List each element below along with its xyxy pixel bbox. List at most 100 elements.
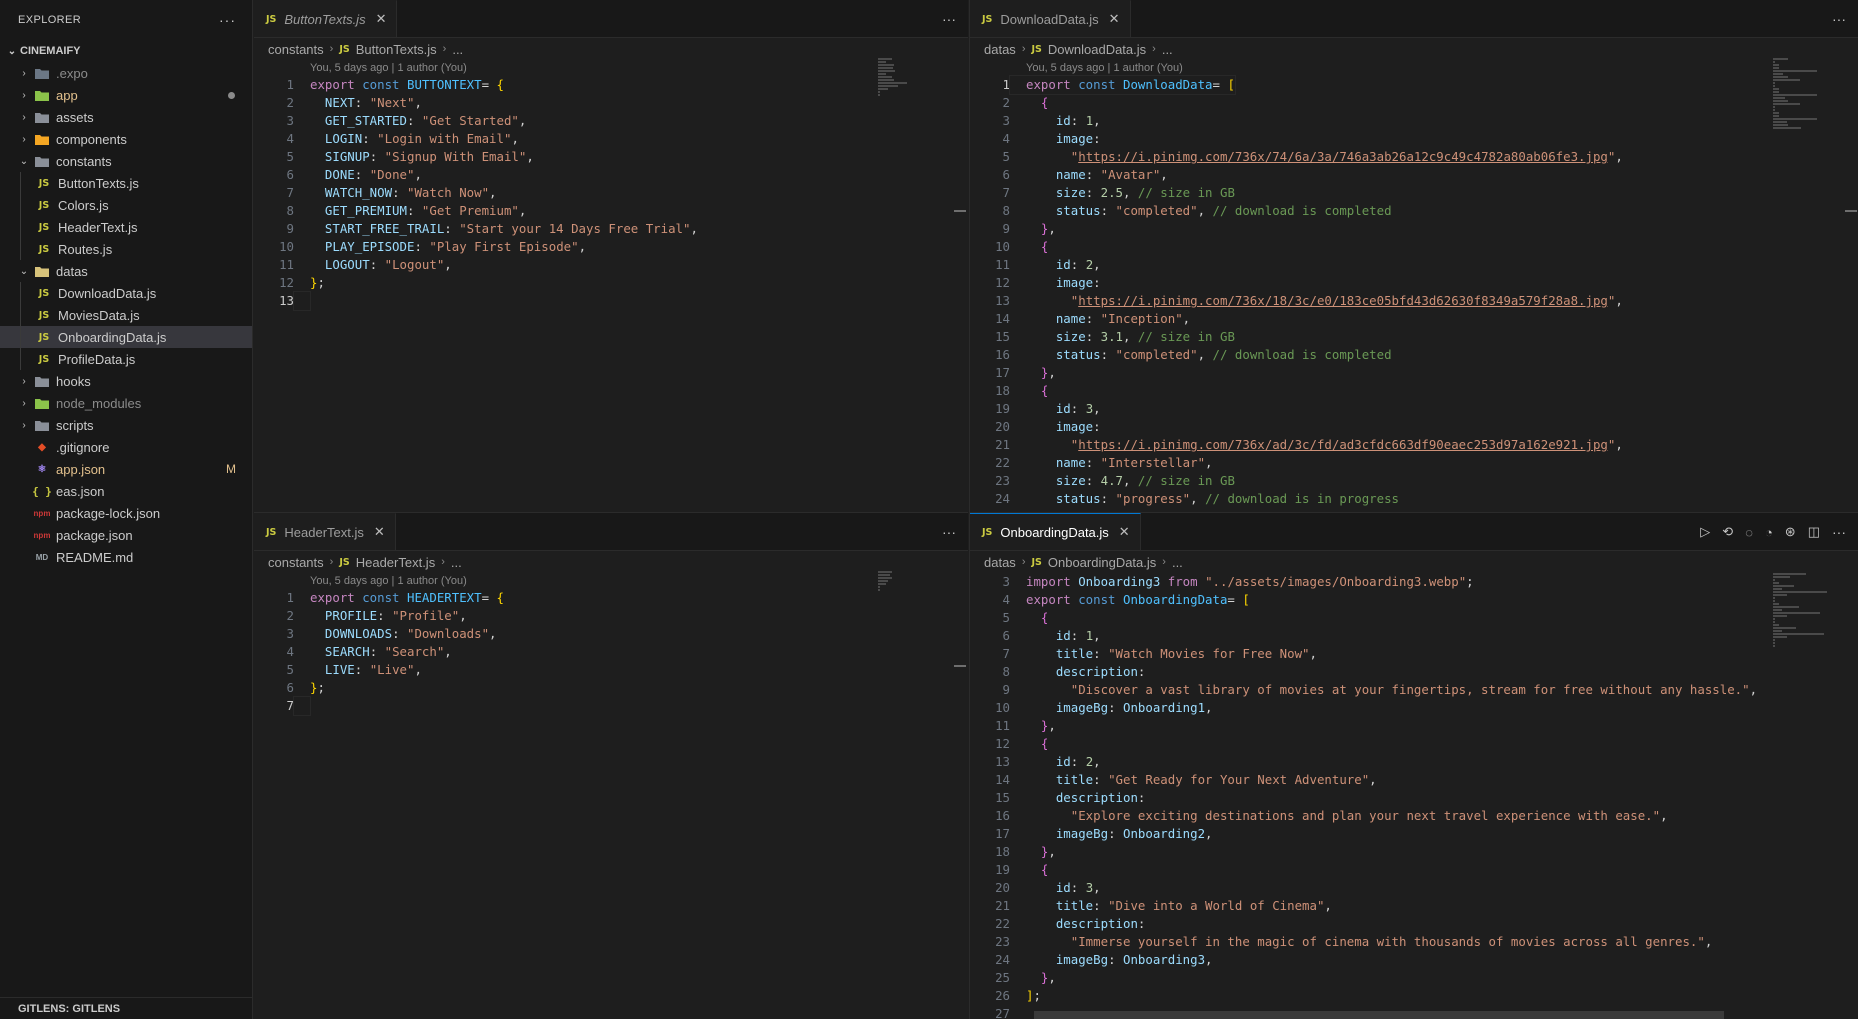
minimap[interactable]	[878, 571, 938, 592]
chevron-right-icon: ›	[329, 556, 334, 568]
minimap-line	[1773, 639, 1776, 641]
minimap[interactable]	[1773, 573, 1833, 648]
minimap[interactable]	[878, 58, 938, 97]
tree-item-buttontexts-js[interactable]: JS ButtonTexts.js	[0, 172, 252, 194]
code-token: "Watch Movies for Free Now"	[1108, 646, 1310, 661]
code-editor[interactable]: You, 5 days ago | 1 author (You) 1 export …	[970, 60, 1858, 508]
minimap[interactable]	[1773, 58, 1833, 130]
breadcrumb-symbol[interactable]: ...	[1172, 555, 1183, 570]
code-token: Onboarding1	[1122, 700, 1206, 715]
tree-item-eas-json[interactable]: { } eas.json	[0, 480, 252, 502]
code-editor[interactable]: 3 import Onboarding3 from "../assets/imag…	[970, 573, 1858, 1019]
tree-item-onboardingdata-js[interactable]: JS OnboardingData.js	[0, 326, 252, 348]
tree-item-datas[interactable]: ⌄ datas	[0, 260, 252, 282]
run-icon[interactable]: ▷	[1700, 524, 1710, 540]
tree-item-label: .expo	[56, 65, 88, 81]
more-actions-button[interactable]: ···	[1832, 524, 1846, 540]
breadcrumb-folder[interactable]: datas	[984, 555, 1016, 570]
tree-item-profiledata-js[interactable]: JS ProfileData.js	[0, 348, 252, 370]
minimap-line	[1773, 606, 1799, 608]
more-actions-button[interactable]: ···	[942, 11, 956, 27]
tree-item-components[interactable]: › components	[0, 128, 252, 150]
go-back-icon[interactable]: ⟲	[1722, 524, 1733, 540]
minimap-line	[878, 82, 907, 84]
javascript-file-icon: JS	[38, 287, 50, 299]
code-token: ,	[1205, 826, 1213, 841]
code-token: ,	[1704, 934, 1713, 949]
breadcrumb-folder[interactable]: datas	[984, 42, 1016, 57]
tree-item-app[interactable]: › app	[0, 84, 252, 106]
gitlens-blame-annotation[interactable]: You, 5 days ago | 1 author (You)	[254, 573, 968, 589]
tab-buttontexts-js[interactable]: JS ButtonTexts.js ✕	[254, 0, 398, 37]
split-editor-icon[interactable]: ◫	[1808, 524, 1820, 540]
close-icon[interactable]: ✕	[374, 524, 385, 540]
tree-item-expo[interactable]: › .expo	[0, 62, 252, 84]
tree-item-downloaddata-js[interactable]: JS DownloadData.js	[0, 282, 252, 304]
gitlens-icon[interactable]: ⊛	[1785, 524, 1796, 540]
tab-headertext-js[interactable]: JS HeaderText.js ✕	[254, 513, 396, 550]
code-line: 8 description:	[970, 663, 1858, 681]
tree-item-gitignore[interactable]: ◆ .gitignore	[0, 436, 252, 458]
tree-item-routes-js[interactable]: JS Routes.js	[0, 238, 252, 260]
breadcrumb-symbol[interactable]: ...	[452, 42, 463, 57]
explorer-more-button[interactable]: ···	[219, 12, 236, 28]
tree-item-label: OnboardingData.js	[58, 329, 167, 345]
breadcrumb-file[interactable]: DownloadData.js	[1048, 42, 1146, 57]
code-token: :	[354, 662, 370, 677]
close-icon[interactable]: ✕	[376, 11, 387, 27]
tree-item-colors-js[interactable]: JS Colors.js	[0, 194, 252, 216]
line-content: export const HEADERTEXT= {	[294, 589, 504, 607]
indent-guide	[20, 304, 21, 326]
tab-downloaddata-js[interactable]: JS DownloadData.js ✕	[970, 0, 1131, 37]
code-line: 9 START_FREE_TRAIL: "Start your 14 Days …	[254, 220, 968, 238]
tree-item-constants[interactable]: ⌄ constants	[0, 150, 252, 172]
more-actions-button[interactable]: ···	[1832, 11, 1846, 27]
code-editor[interactable]: You, 5 days ago | 1 author (You) 1 export …	[254, 573, 968, 716]
tree-item-headertext-js[interactable]: JS HeaderText.js	[0, 216, 252, 238]
tree-item-node-modules[interactable]: › node_modules	[0, 392, 252, 414]
code-line: 4 export const OnboardingData= [	[970, 591, 1858, 609]
more-actions-button[interactable]: ···	[942, 524, 956, 540]
tree-item-hooks[interactable]: › hooks	[0, 370, 252, 392]
breadcrumb-file[interactable]: ButtonTexts.js	[356, 42, 437, 57]
tree-item-package-json[interactable]: npm package.json	[0, 524, 252, 546]
line-number: 2	[286, 95, 294, 110]
modified-badge: M	[226, 462, 236, 476]
horizontal-scrollbar[interactable]	[1034, 1011, 1724, 1019]
minimap-line	[878, 580, 889, 582]
source-icon[interactable]: ◌	[1745, 525, 1753, 540]
minimap-line	[1773, 91, 1779, 93]
tab-onboardingdata-js[interactable]: JS OnboardingData.js ✕	[970, 513, 1141, 550]
gitlens-section-header[interactable]: GITLENS: GITLENS	[0, 997, 253, 1019]
tree-item-package-lock-json[interactable]: npm package-lock.json	[0, 502, 252, 524]
breadcrumb-symbol[interactable]: ...	[1162, 42, 1173, 57]
gitlens-blame-annotation[interactable]: You, 5 days ago | 1 author (You)	[970, 60, 1858, 76]
file-tree: › .expo › app › assets › components ⌄ constants JS…	[0, 62, 252, 568]
breadcrumb-file[interactable]: OnboardingData.js	[1048, 555, 1156, 570]
code-token: HEADERTEXT	[406, 590, 482, 605]
workspace-root[interactable]: ⌄ CINEMAIFY	[0, 40, 252, 62]
code-token: const	[362, 590, 407, 605]
tree-item-moviesdata-js[interactable]: JS MoviesData.js	[0, 304, 252, 326]
code-token: Onboarding2	[1122, 826, 1206, 841]
code-token: title	[1055, 898, 1094, 913]
tree-item-label: package.json	[56, 527, 133, 543]
breadcrumb-folder[interactable]: constants	[268, 42, 324, 57]
breadcrumb-folder[interactable]: constants	[268, 555, 324, 570]
line-content: DONE: "Done",	[294, 166, 422, 184]
tree-item-scripts[interactable]: › scripts	[0, 414, 252, 436]
go-forward-icon[interactable]: ◔	[1765, 525, 1773, 540]
tree-item-assets[interactable]: › assets	[0, 106, 252, 128]
close-icon[interactable]: ✕	[1109, 11, 1120, 27]
breadcrumb-symbol[interactable]: ...	[451, 555, 462, 570]
tree-item-app-json[interactable]: ⚛ app.json M	[0, 458, 252, 480]
code-token: ,	[511, 131, 519, 146]
code-editor[interactable]: You, 5 days ago | 1 author (You) 1 export …	[254, 60, 968, 311]
tree-item-readme-md[interactable]: MD README.md	[0, 546, 252, 568]
breadcrumb-file[interactable]: HeaderText.js	[356, 555, 435, 570]
gitlens-blame-annotation[interactable]: You, 5 days ago | 1 author (You)	[254, 60, 968, 76]
code-token: :	[1085, 455, 1101, 470]
close-icon[interactable]: ✕	[1119, 524, 1130, 540]
